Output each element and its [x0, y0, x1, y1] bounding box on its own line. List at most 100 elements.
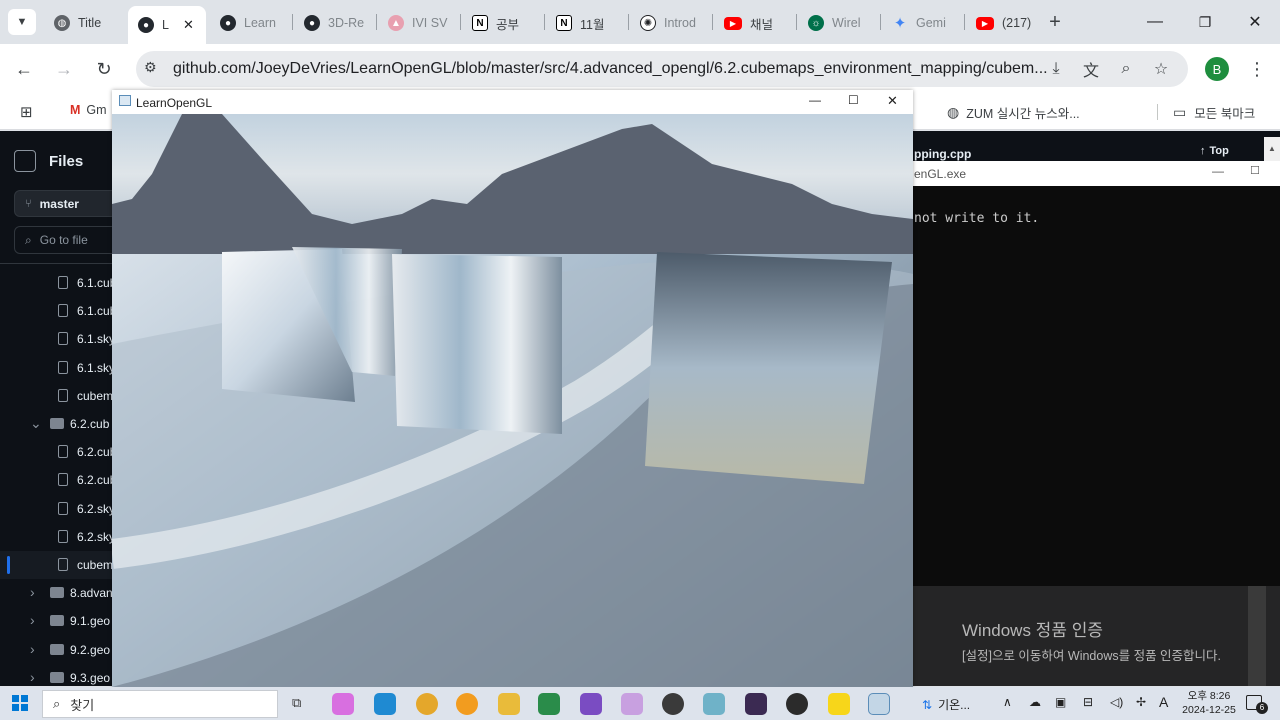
file-tree-item[interactable]: 6.1.sky [0, 325, 113, 353]
opengl-render-viewport[interactable] [112, 114, 913, 687]
obs-icon[interactable] [662, 693, 684, 715]
windows-start-icon[interactable] [12, 695, 28, 711]
ivi-icon: ▲ [388, 15, 404, 31]
file-tree-item[interactable]: › 9.2.geo [0, 636, 113, 664]
tab-wireless[interactable]: ☼ Wirel [798, 8, 876, 38]
learnopengl-window[interactable]: LearnOpenGL — ☐ ✕ [112, 90, 913, 687]
media-player-icon[interactable] [786, 693, 808, 715]
minimize-icon[interactable]: — [1132, 8, 1178, 36]
address-bar[interactable]: ⚙ github.com/JoeyDeVries/LearnOpenGL/blo… [136, 51, 1188, 87]
tab-active-learnopengl[interactable]: ● L ✕ [128, 6, 206, 44]
install-app-icon[interactable]: ⤓ [1042, 55, 1070, 83]
reload-icon[interactable]: ↻ [90, 55, 118, 83]
translate-icon[interactable]: 文 [1077, 55, 1105, 83]
tab-label: 3D-Re [328, 16, 365, 30]
console-minimize-icon[interactable]: — [1212, 164, 1224, 178]
close-tab-icon[interactable]: ✕ [183, 17, 194, 33]
tab-youtube-217[interactable]: ▶ (217) [966, 8, 1036, 38]
restore-icon[interactable]: ❐ [1182, 8, 1228, 36]
scrollbar-track[interactable] [1248, 586, 1266, 686]
tab-channel[interactable]: ▶ 채널 [714, 8, 792, 38]
bookmark-zum[interactable]: ◍ ZUM 실시간 뉴스와... [947, 103, 1080, 122]
taskbar-search-box[interactable]: ⌕ 찾기 [42, 690, 278, 718]
forward-icon[interactable]: → [50, 55, 78, 83]
file-tree-item[interactable]: cubem [0, 382, 113, 410]
file-tree-item[interactable]: › 8.advan [0, 579, 113, 607]
file-tree-item[interactable]: cubem [0, 551, 113, 579]
console-maximize-icon[interactable]: ☐ [1250, 164, 1260, 177]
tab-study[interactable]: N 공부 [462, 8, 540, 38]
file-tree-item[interactable]: 6.2.cub [0, 466, 113, 494]
tab-gemini[interactable]: ✦ Gemi [882, 8, 960, 38]
sidebar-toggle-icon[interactable] [14, 150, 36, 172]
scrollbar-up-icon[interactable]: ▲ [1264, 137, 1280, 161]
chevron-right-icon[interactable]: › [30, 584, 35, 600]
bookmark-gmail[interactable]: M Gm [70, 103, 107, 117]
top-link[interactable]: ↑ Top [1200, 145, 1229, 157]
all-bookmarks[interactable]: ▭ 모든 북마크 [1173, 103, 1255, 122]
chrome-icon[interactable] [416, 693, 438, 715]
new-tab-button[interactable]: + [1044, 10, 1066, 34]
visual-studio-icon[interactable] [580, 693, 602, 715]
file-tree-item[interactable]: 6.2.cub [0, 438, 113, 466]
go-to-file-input[interactable]: ⌕ Go to file [14, 226, 124, 254]
app-icon[interactable] [621, 693, 643, 715]
learnopengl-taskbar-icon[interactable] [868, 693, 890, 715]
gl-minimize-icon[interactable]: — [809, 93, 821, 107]
tab-3d-re[interactable]: ● 3D-Re [294, 8, 372, 38]
site-info-icon[interactable]: ⚙ [144, 59, 157, 76]
tray-chevron-icon[interactable]: ∧ [1003, 695, 1012, 709]
tab-november[interactable]: N 11월 [546, 8, 624, 38]
chevron-right-icon[interactable]: › [30, 669, 35, 685]
close-window-icon[interactable]: ✕ [1232, 8, 1278, 36]
tab-intro[interactable]: ✺ Introd [630, 8, 708, 38]
copilot-icon[interactable] [332, 693, 354, 715]
network-icon[interactable]: ⊟ [1083, 695, 1093, 709]
kakaotalk-icon[interactable] [828, 693, 850, 715]
bookmark-star-icon[interactable]: ☆ [1147, 55, 1175, 83]
bluetooth-icon[interactable]: ✢ [1136, 695, 1146, 709]
volume-icon[interactable]: ◁) [1110, 695, 1123, 709]
file-tree-item[interactable]: 6.2.sky [0, 523, 113, 551]
ime-indicator[interactable]: A [1159, 694, 1168, 710]
notion-icon: N [472, 15, 488, 31]
clock[interactable]: 오후 8:26 2024-12-25 [1177, 689, 1241, 717]
file-tree-item[interactable]: 6.1.cub [0, 297, 113, 325]
terminal-icon[interactable] [745, 693, 767, 715]
tab-search-button[interactable]: ▼ [8, 9, 36, 35]
file-tree-item[interactable]: 6.1.cub [0, 269, 113, 297]
chevron-right-icon[interactable]: › [30, 641, 35, 657]
app-icon[interactable] [538, 693, 560, 715]
file-tree-item[interactable]: › 9.1.geo [0, 607, 113, 635]
tab-divider [460, 14, 461, 30]
app-icon[interactable] [456, 693, 478, 715]
apps-grid-icon[interactable]: ⊞ [20, 103, 33, 121]
weather-widget[interactable]: ⇅ 기온... [922, 696, 970, 713]
chevron-down-icon[interactable]: ⌄ [30, 415, 42, 432]
file-tree-item[interactable]: ⌄ 6.2.cub [0, 410, 113, 438]
menu-icon[interactable]: ⋮ [1243, 55, 1271, 83]
onedrive-icon[interactable]: ☁ [1029, 695, 1041, 709]
console-window: enGL.exe — ☐ not write to it. [912, 161, 1280, 586]
gl-titlebar[interactable]: LearnOpenGL — ☐ ✕ [112, 90, 913, 114]
file-tree-item[interactable]: 6.2.sky [0, 495, 113, 523]
youtube-icon: ▶ [724, 16, 742, 30]
back-icon[interactable]: ← [10, 55, 38, 83]
file-tree-item[interactable]: 6.1.sky [0, 354, 113, 382]
zoom-icon[interactable]: ⌕ [1112, 55, 1140, 83]
branch-selector[interactable]: ⑂ master [14, 190, 124, 217]
gl-maximize-icon[interactable]: ☐ [848, 93, 859, 107]
tray-icon[interactable]: ▣ [1055, 695, 1066, 709]
chevron-right-icon[interactable]: › [30, 612, 35, 628]
profile-avatar[interactable]: B [1205, 57, 1229, 81]
app-icon[interactable] [703, 693, 725, 715]
tab-ivi-sv[interactable]: ▲ IVI SV [378, 8, 456, 38]
file-tree-label: 9.1.geo [70, 614, 111, 629]
gl-close-icon[interactable]: ✕ [887, 93, 898, 109]
vscode-icon[interactable] [374, 693, 396, 715]
tab-learn[interactable]: ● Learn [210, 8, 288, 38]
file-explorer-icon[interactable] [498, 693, 520, 715]
tab-title[interactable]: ◍ Title [44, 8, 122, 38]
file-tree-label: 6.2.cub [77, 473, 113, 488]
task-view-icon[interactable]: ⧉ [292, 695, 301, 711]
